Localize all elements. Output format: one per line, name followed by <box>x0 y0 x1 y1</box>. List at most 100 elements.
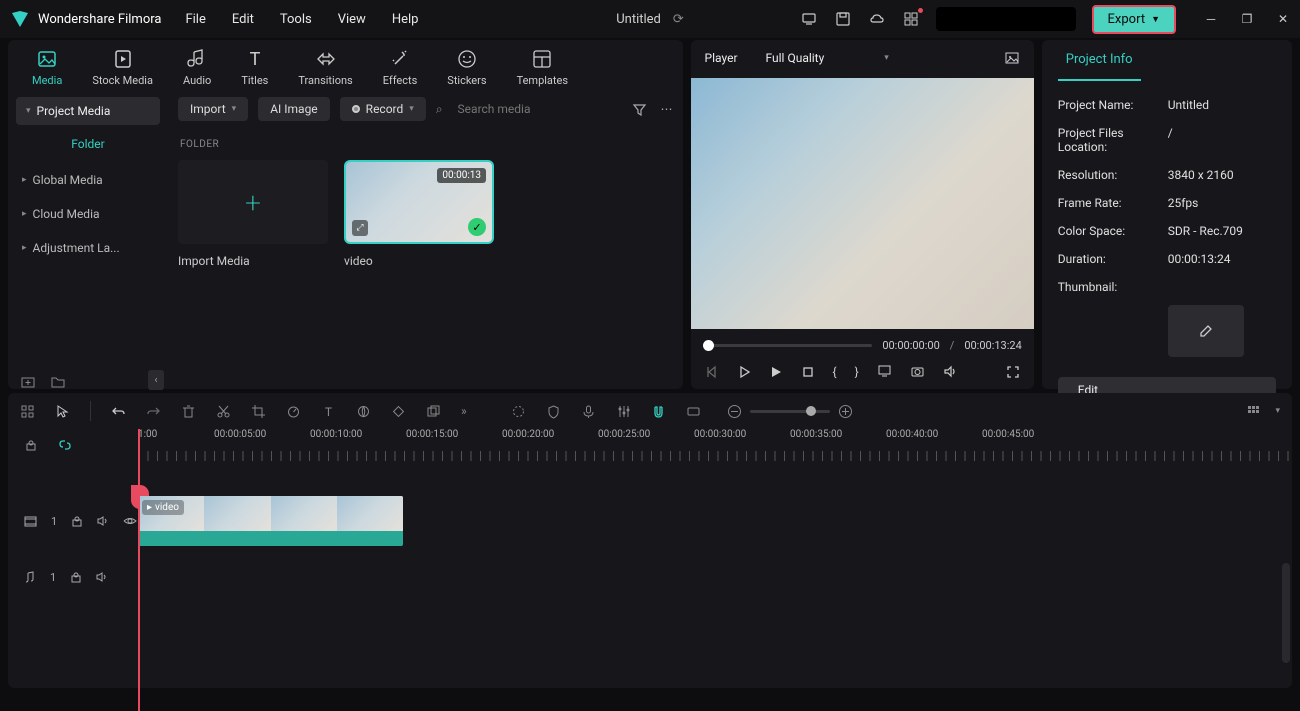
sync-icon[interactable]: ⟳ <box>673 12 684 27</box>
keyframe-icon[interactable] <box>391 404 406 419</box>
sidebar-global-media[interactable]: ▸Global Media <box>16 163 160 197</box>
track-size-icon[interactable] <box>1246 404 1261 419</box>
project-info-tab[interactable]: Project Info <box>1058 40 1141 81</box>
device-icon[interactable] <box>800 10 818 28</box>
text-tool-icon[interactable]: T <box>321 404 336 419</box>
volume-icon[interactable] <box>943 364 958 379</box>
speed-icon[interactable] <box>286 404 301 419</box>
stop-button[interactable] <box>801 365 815 379</box>
mark-out-button[interactable]: } <box>855 365 859 379</box>
track-options-chevron[interactable]: ▾ <box>1275 406 1280 416</box>
maximize-button[interactable]: ❐ <box>1240 12 1254 26</box>
color-tool-icon[interactable] <box>356 404 371 419</box>
timeline-ruler[interactable]: 1:00 00:00:05:00 00:00:10:00 00:00:15:00… <box>138 429 1292 461</box>
tab-transitions[interactable]: Transitions <box>298 48 352 87</box>
menu-file[interactable]: File <box>185 12 205 27</box>
player-label: Player <box>705 51 738 65</box>
zoom-slider[interactable] <box>750 410 830 413</box>
menu-help[interactable]: Help <box>392 12 419 27</box>
app-name: Wondershare Filmora <box>38 12 161 27</box>
filter-icon[interactable] <box>632 102 647 117</box>
tab-stickers[interactable]: Stickers <box>447 48 486 87</box>
sidebar-cloud-media[interactable]: ▸Cloud Media <box>16 197 160 231</box>
cloud-icon[interactable] <box>868 10 886 28</box>
render-icon[interactable] <box>686 404 701 419</box>
minimize-button[interactable]: ─ <box>1204 12 1218 26</box>
close-button[interactable]: ✕ <box>1276 12 1290 26</box>
track-lock-icon[interactable] <box>71 515 83 527</box>
tab-templates[interactable]: Templates <box>517 48 568 87</box>
ai-image-button[interactable]: AI Image <box>258 97 329 121</box>
track-visible-icon[interactable] <box>123 515 137 527</box>
track-lock-icon-2[interactable] <box>70 571 82 583</box>
folder-icon[interactable] <box>50 374 66 390</box>
record-button[interactable]: Record▾ <box>340 97 426 121</box>
select-tool-icon[interactable] <box>55 404 70 419</box>
snapshot-icon[interactable] <box>1004 50 1020 66</box>
mic-icon[interactable] <box>581 404 596 419</box>
export-label: Export <box>1108 12 1146 27</box>
prev-frame-button[interactable] <box>705 365 719 379</box>
track-mute-icon[interactable] <box>97 515 109 527</box>
thumbnail-edit-box[interactable] <box>1168 305 1244 357</box>
delete-icon[interactable] <box>181 404 196 419</box>
cut-icon[interactable] <box>216 404 231 419</box>
tab-stock-media[interactable]: Stock Media <box>92 48 153 87</box>
play-button[interactable] <box>769 365 783 379</box>
display-icon[interactable] <box>877 364 892 379</box>
zoom-in-icon[interactable] <box>838 404 853 419</box>
overlay-icon[interactable] <box>426 404 441 419</box>
marker-outline-icon[interactable] <box>511 404 526 419</box>
export-button[interactable]: Export ▼ <box>1092 5 1176 34</box>
magnet-icon[interactable] <box>651 404 666 419</box>
mixer-icon[interactable] <box>616 404 631 419</box>
app-logo-icon <box>10 9 30 29</box>
player-scrubber[interactable] <box>703 344 873 347</box>
media-clip-card[interactable]: 00:00:13 ⤢ ✓ video <box>344 160 494 268</box>
player-preview[interactable] <box>691 78 1034 329</box>
lock-all-icon[interactable] <box>24 438 38 452</box>
apps-icon[interactable] <box>902 10 920 28</box>
shield-icon[interactable] <box>546 404 561 419</box>
import-button[interactable]: Import▾ <box>178 97 248 121</box>
menu-edit[interactable]: Edit <box>232 12 254 27</box>
timeline-scrollbar[interactable] <box>1282 563 1290 663</box>
track-mute-icon-2[interactable] <box>96 571 108 583</box>
crop-icon[interactable] <box>251 404 266 419</box>
more-tools-icon[interactable]: » <box>461 404 467 418</box>
tab-media[interactable]: Media <box>32 48 62 87</box>
resolution-value: 3840 x 2160 <box>1168 168 1234 182</box>
chevron-down-icon: ▼ <box>1151 14 1160 25</box>
grid-tool-icon[interactable] <box>20 404 35 419</box>
more-icon[interactable]: ⋯ <box>661 102 673 117</box>
playhead[interactable] <box>138 429 140 711</box>
duration-badge: 00:00:13 <box>437 168 486 183</box>
tab-audio[interactable]: Audio <box>183 48 211 87</box>
sidebar-folder[interactable]: Folder <box>16 125 160 163</box>
timeline-panel: T » ▾ 1:00 00:00:05:00 00:00:10 <box>8 393 1292 688</box>
save-icon[interactable] <box>834 10 852 28</box>
sidebar-project-media[interactable]: ▾Project Media <box>16 97 160 125</box>
tab-titles[interactable]: TTitles <box>241 48 268 87</box>
video-clip[interactable]: ▸video <box>138 496 403 546</box>
fullscreen-icon[interactable] <box>1006 365 1020 379</box>
clip-play-icon: ▸ <box>147 502 152 513</box>
new-bin-icon[interactable] <box>20 374 36 390</box>
search-media-input[interactable] <box>453 97 622 121</box>
import-media-card[interactable]: + Import Media <box>178 160 328 268</box>
collapse-sidebar-button[interactable]: ‹ <box>148 370 164 390</box>
menu-tools[interactable]: Tools <box>280 12 312 27</box>
quality-dropdown[interactable]: Full Quality▾ <box>766 51 889 65</box>
redo-icon[interactable] <box>146 404 161 419</box>
undo-icon[interactable] <box>111 404 126 419</box>
camera-icon[interactable] <box>910 364 925 379</box>
menu-view[interactable]: View <box>338 12 366 27</box>
mark-in-button[interactable]: { <box>833 365 837 379</box>
sidebar-adjustment[interactable]: ▸Adjustment La... <box>16 231 160 265</box>
tab-effects[interactable]: Effects <box>383 48 418 87</box>
link-icon[interactable] <box>58 438 72 452</box>
titlebar-search[interactable] <box>936 7 1076 31</box>
step-back-button[interactable] <box>737 365 751 379</box>
zoom-out-icon[interactable] <box>727 404 742 419</box>
player-panel: Player Full Quality▾ 00:00:00:00 / 00:00… <box>691 40 1034 389</box>
